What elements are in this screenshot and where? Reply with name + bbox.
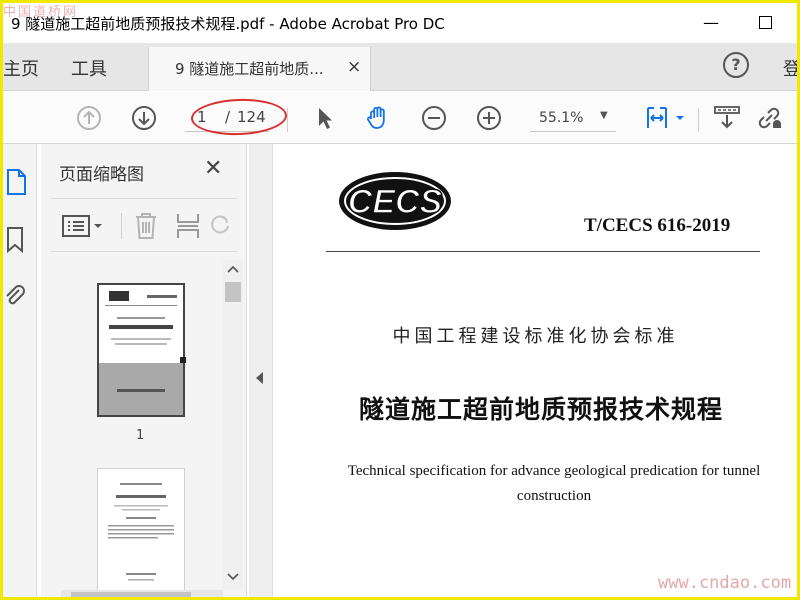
fit-width-icon[interactable] xyxy=(645,104,689,132)
sign-in-button[interactable]: 登 xyxy=(783,55,797,81)
thumbnails-panel: 页面缩略图 ✕ 1 xyxy=(41,144,247,597)
tab-close-button[interactable]: × xyxy=(347,57,361,77)
page-thumbnail-preview xyxy=(105,291,177,345)
navigation-rail xyxy=(3,144,37,597)
thumbnail-page-number: 1 xyxy=(136,428,145,443)
toolbar: 1 / 124 55.1% ▼ xyxy=(3,92,797,144)
cecs-logo: CECS xyxy=(336,169,454,237)
delete-icon[interactable] xyxy=(133,211,159,241)
resize-handle[interactable] xyxy=(180,357,186,363)
window-title: 9 隧道施工超前地质预报技术规程.pdf - Adobe Acrobat Pro… xyxy=(11,15,445,33)
tab-tools[interactable]: 工具 xyxy=(71,55,107,81)
zoom-in-icon[interactable] xyxy=(475,104,503,132)
toolbar-divider xyxy=(121,213,122,239)
maximize-button[interactable] xyxy=(747,7,783,37)
document-title: 隧道施工超前地质预报技术规程 xyxy=(358,395,723,424)
share-link-icon[interactable] xyxy=(755,104,783,132)
chevron-down-icon: ▼ xyxy=(600,110,608,121)
english-title: Technical specification for advance geol… xyxy=(347,463,761,504)
options-menu-icon[interactable] xyxy=(61,213,105,239)
watermark-bottom: www.cndao.com xyxy=(658,573,792,593)
page-thumbnail-footer xyxy=(99,363,183,415)
toolbar-divider xyxy=(698,108,699,132)
panel-collapse-strip[interactable] xyxy=(249,144,273,597)
logo-text: CECS xyxy=(348,183,443,221)
rotate-icon[interactable] xyxy=(209,211,231,241)
scrollbar-thumb[interactable] xyxy=(71,592,191,597)
select-cursor-icon[interactable] xyxy=(311,104,339,132)
bookmark-icon[interactable] xyxy=(5,226,25,254)
page-thumbnail-preview xyxy=(108,483,174,581)
page-thumbnail[interactable] xyxy=(97,283,186,417)
close-icon[interactable]: ✕ xyxy=(204,156,222,181)
thumbnails-vertical-scrollbar[interactable] xyxy=(223,260,243,590)
thumbnails-list: 1 xyxy=(41,260,223,590)
minimize-button[interactable]: — xyxy=(693,7,729,37)
association-line: 中国工程建设标准化协会标准 xyxy=(392,326,679,347)
tab-bar: 主页 工具 9 隧道施工超前地质... × ? 登 xyxy=(3,43,797,91)
zoom-select[interactable]: 55.1% ▼ xyxy=(530,106,616,132)
help-icon[interactable]: ? xyxy=(723,52,749,78)
attachment-icon[interactable] xyxy=(3,282,27,310)
page-thumbnail[interactable] xyxy=(97,468,185,590)
document-page: CECS T/CECS 616-2019 中国工程建设标准化协会标准 隧道施工超… xyxy=(274,144,797,597)
scroll-mode-icon[interactable] xyxy=(713,104,741,132)
zoom-value: 55.1% xyxy=(539,110,584,126)
extract-pages-icon[interactable] xyxy=(175,211,201,241)
tab-home[interactable]: 主页 xyxy=(3,55,39,81)
thumbnails-horizontal-scrollbar[interactable] xyxy=(61,590,223,597)
page-up-icon[interactable] xyxy=(75,104,103,132)
page-down-icon[interactable] xyxy=(130,104,158,132)
maximize-icon xyxy=(758,15,772,29)
chevron-down-icon[interactable] xyxy=(227,572,239,582)
header-rule xyxy=(326,251,760,252)
zoom-out-icon[interactable] xyxy=(420,104,448,132)
toolbar-divider xyxy=(287,108,288,132)
thumbnails-panel-title: 页面缩略图 xyxy=(59,165,144,185)
acrobat-window: 中国道桥网 9 隧道施工超前地质预报技术规程.pdf - Adobe Acrob… xyxy=(0,0,800,600)
title-bar: 中国道桥网 9 隧道施工超前地质预报技术规程.pdf - Adobe Acrob… xyxy=(3,3,797,43)
hand-tool-icon[interactable] xyxy=(364,104,392,132)
standard-code: T/CECS 616-2019 xyxy=(584,215,731,236)
tab-document-label: 9 隧道施工超前地质... xyxy=(175,60,324,78)
tab-document[interactable]: 9 隧道施工超前地质... × xyxy=(148,47,371,91)
chevron-up-icon[interactable] xyxy=(227,264,239,274)
thumbnails-toolbar xyxy=(51,198,237,252)
page-thumbnails-icon[interactable] xyxy=(5,168,27,196)
collapse-arrow-icon[interactable] xyxy=(256,372,263,384)
scrollbar-thumb[interactable] xyxy=(225,282,241,302)
